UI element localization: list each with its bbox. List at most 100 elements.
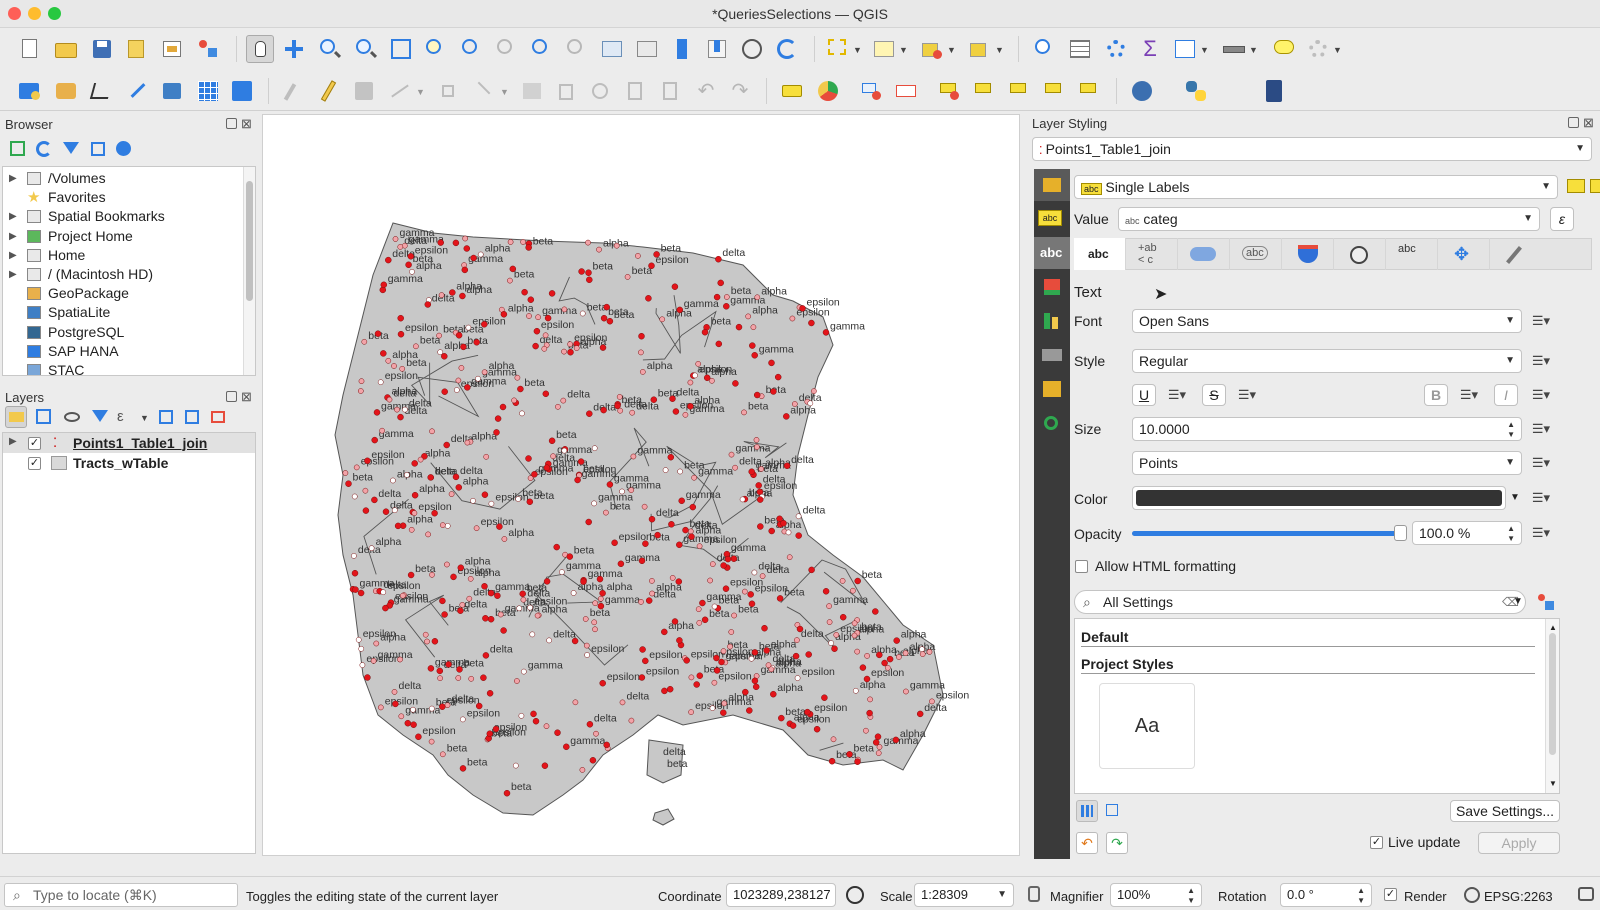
tab-labels-active[interactable]: abc [1034, 237, 1070, 269]
select-by-value-icon[interactable] [872, 37, 896, 61]
point-feature[interactable] [574, 476, 581, 484]
point-feature[interactable] [839, 613, 847, 621]
new-bookmark-icon[interactable] [670, 37, 694, 61]
point-feature[interactable] [745, 313, 752, 320]
point-feature[interactable] [368, 545, 375, 552]
expand-layer-arrow[interactable]: ▶ [9, 436, 17, 447]
deselect-features-icon[interactable] [920, 37, 944, 61]
point-feature[interactable] [696, 543, 703, 550]
point-feature[interactable] [822, 329, 830, 336]
point-feature[interactable] [751, 677, 759, 685]
point-feature[interactable] [696, 672, 704, 679]
point-feature[interactable] [808, 566, 815, 574]
point-feature[interactable] [449, 289, 456, 296]
point-feature[interactable] [431, 509, 438, 517]
browser-item[interactable]: ▶ /Volumes [3, 169, 243, 188]
point-feature[interactable] [527, 604, 533, 611]
point-feature[interactable] [362, 487, 369, 494]
measure-icon[interactable] [1222, 37, 1246, 61]
point-feature[interactable] [741, 588, 748, 595]
point-feature[interactable] [720, 648, 727, 654]
expression-builder-icon[interactable]: ε [1550, 207, 1574, 231]
point-feature[interactable] [619, 488, 625, 495]
expand-arrow-icon[interactable]: ▶ [9, 246, 17, 265]
point-feature[interactable] [583, 642, 590, 649]
point-feature[interactable] [874, 733, 882, 740]
point-feature[interactable] [661, 628, 668, 636]
undo-icon[interactable]: ↶ [694, 79, 718, 103]
underline-button[interactable]: U [1132, 384, 1156, 406]
point-feature[interactable] [380, 589, 387, 596]
point-feature[interactable] [596, 575, 604, 583]
point-feature[interactable] [359, 662, 366, 668]
point-feature[interactable] [754, 294, 761, 301]
manage-map-themes-icon[interactable] [62, 407, 82, 427]
color-dropdown-icon[interactable]: ▼ [1508, 486, 1522, 510]
point-feature[interactable] [846, 751, 853, 758]
refresh-browser-icon[interactable] [34, 139, 54, 159]
undo-style-icon[interactable]: ↶ [1076, 832, 1098, 854]
expand-arrow-icon[interactable]: ▶ [9, 169, 17, 188]
point-feature[interactable] [525, 244, 532, 251]
point-feature[interactable] [616, 394, 623, 400]
statistics-sum-icon[interactable]: Σ [1138, 37, 1162, 61]
point-feature[interactable] [561, 348, 567, 355]
point-feature[interactable] [641, 503, 648, 510]
point-feature[interactable] [410, 706, 416, 713]
point-feature[interactable] [821, 694, 828, 701]
point-feature[interactable] [342, 470, 349, 476]
point-feature[interactable] [411, 460, 418, 467]
scale-select[interactable]: 1:28309 ▼ [914, 883, 1014, 907]
point-feature[interactable] [776, 595, 784, 602]
point-feature[interactable] [461, 266, 469, 274]
point-feature[interactable] [677, 468, 683, 475]
point-feature[interactable] [402, 406, 408, 413]
point-feature[interactable] [753, 437, 760, 443]
opacity-input[interactable]: 100.0 % ▲ ▼ [1412, 521, 1522, 545]
point-feature[interactable] [391, 689, 398, 695]
point-feature[interactable] [467, 575, 474, 582]
browser-item[interactable]: SpatiaLite [3, 303, 243, 322]
tab-rendering-brush-icon[interactable] [1490, 238, 1542, 270]
point-feature[interactable] [831, 645, 838, 652]
zoom-next-icon[interactable] [565, 37, 589, 61]
data-defined-override-icon[interactable]: ☰▾ [1528, 384, 1554, 406]
point-feature[interactable] [520, 596, 527, 603]
save-settings-button[interactable]: Save Settings... [1450, 800, 1560, 822]
properties-info-icon[interactable] [114, 139, 134, 159]
size-input[interactable]: 10.0000 ▲ ▼ [1132, 417, 1522, 441]
tab-symbology[interactable] [1034, 169, 1070, 201]
point-feature[interactable] [411, 491, 419, 499]
layer-labeling-icon[interactable] [780, 79, 804, 103]
point-feature[interactable] [770, 388, 777, 395]
point-feature[interactable] [696, 619, 703, 626]
point-feature[interactable] [482, 652, 490, 659]
point-feature[interactable] [427, 474, 434, 481]
point-feature[interactable] [628, 717, 635, 724]
opacity-slider-track[interactable] [1132, 531, 1402, 536]
point-feature[interactable] [518, 712, 525, 719]
style-preview-tile[interactable]: Aa [1099, 683, 1195, 769]
point-feature[interactable] [683, 657, 690, 664]
tab-shadow-icon[interactable] [1334, 238, 1386, 270]
point-feature[interactable] [638, 332, 645, 340]
rule-based-labels-icon[interactable] [1588, 175, 1600, 199]
point-feature[interactable] [751, 569, 758, 576]
remove-layer-icon[interactable] [208, 407, 228, 427]
new-spatialite-icon[interactable] [160, 79, 184, 103]
point-feature[interactable] [666, 685, 674, 693]
point-feature[interactable] [739, 496, 746, 503]
point-feature[interactable] [695, 361, 702, 367]
point-feature[interactable] [555, 403, 561, 410]
point-feature[interactable] [585, 269, 592, 276]
point-feature[interactable] [728, 451, 735, 458]
point-feature[interactable] [397, 314, 404, 322]
point-feature[interactable] [635, 253, 641, 259]
float-panel-icon[interactable] [226, 118, 237, 129]
point-feature[interactable] [456, 666, 463, 673]
layer-visibility-checkbox[interactable]: ✓ [28, 437, 41, 450]
point-feature[interactable] [789, 315, 796, 322]
point-feature[interactable] [377, 704, 384, 711]
point-feature[interactable] [687, 379, 694, 386]
point-feature[interactable] [397, 656, 403, 663]
